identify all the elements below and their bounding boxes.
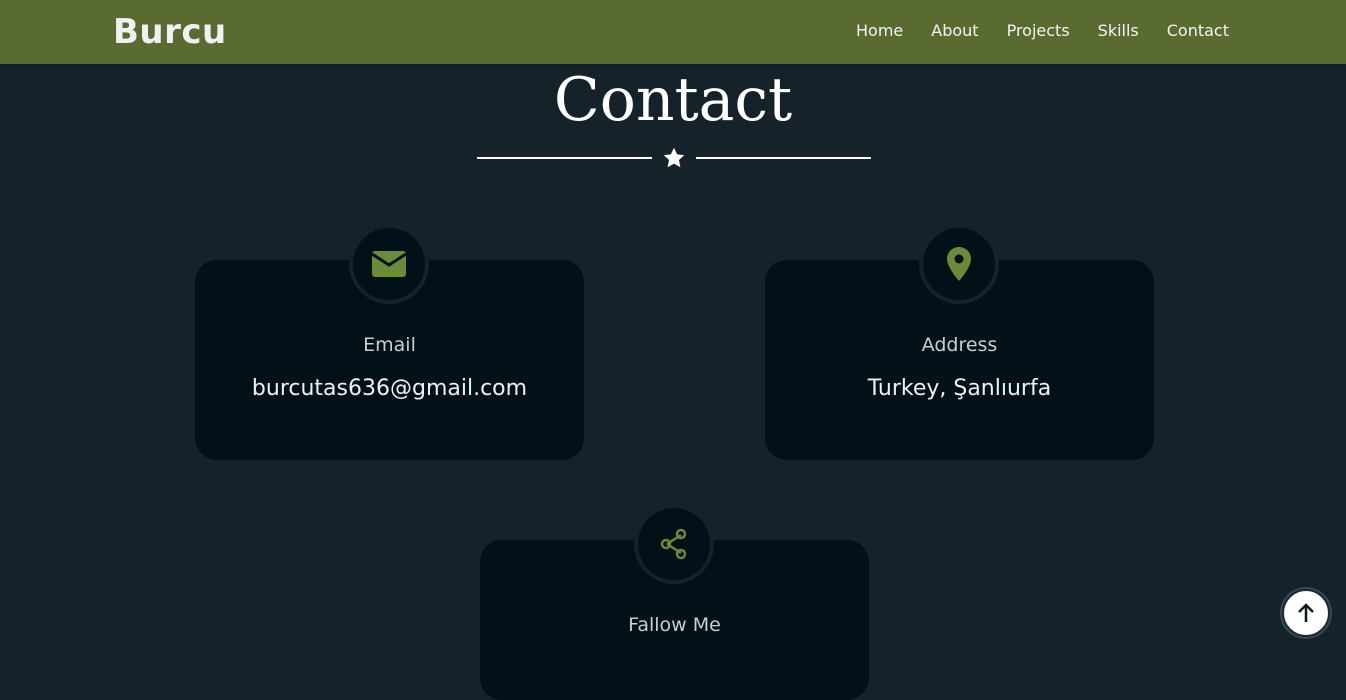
email-value[interactable]: burcutas636@gmail.com bbox=[195, 374, 584, 404]
email-icon-circle bbox=[349, 224, 429, 304]
navbar: Burcu Home About Projects Skills Contact bbox=[0, 0, 1346, 64]
nav-item-contact[interactable]: Contact bbox=[1167, 20, 1229, 42]
address-label: Address bbox=[921, 334, 998, 356]
address-icon-circle bbox=[919, 224, 999, 304]
section-title: Contact bbox=[553, 65, 793, 135]
title-divider bbox=[477, 145, 871, 171]
address-value: Turkey, Şanlıurfa bbox=[867, 376, 1052, 401]
nav-menu: Home About Projects Skills Contact bbox=[856, 20, 1229, 42]
nav-item-about[interactable]: About bbox=[931, 20, 978, 42]
follow-label: Fallow Me bbox=[628, 614, 721, 636]
address-card: Address Turkey, Şanlıurfa bbox=[765, 224, 1154, 460]
star-icon bbox=[663, 147, 685, 168]
scroll-top-button[interactable] bbox=[1282, 589, 1330, 637]
brand-logo[interactable]: Burcu bbox=[113, 11, 227, 53]
email-card: Email burcutas636@gmail.com bbox=[195, 224, 584, 460]
nav-item-home[interactable]: Home bbox=[856, 20, 903, 42]
nav-item-skills[interactable]: Skills bbox=[1098, 20, 1139, 42]
envelope-icon bbox=[371, 251, 407, 277]
map-pin-icon bbox=[947, 247, 971, 281]
email-label: Email bbox=[363, 334, 416, 356]
follow-card: Fallow Me bbox=[480, 504, 869, 700]
follow-icon-circle bbox=[634, 504, 714, 584]
divider-line-left bbox=[477, 157, 652, 159]
nav-item-projects[interactable]: Projects bbox=[1007, 20, 1070, 42]
share-icon bbox=[660, 528, 687, 560]
arrow-up-icon bbox=[1298, 603, 1314, 622]
divider-line-right bbox=[696, 157, 871, 159]
